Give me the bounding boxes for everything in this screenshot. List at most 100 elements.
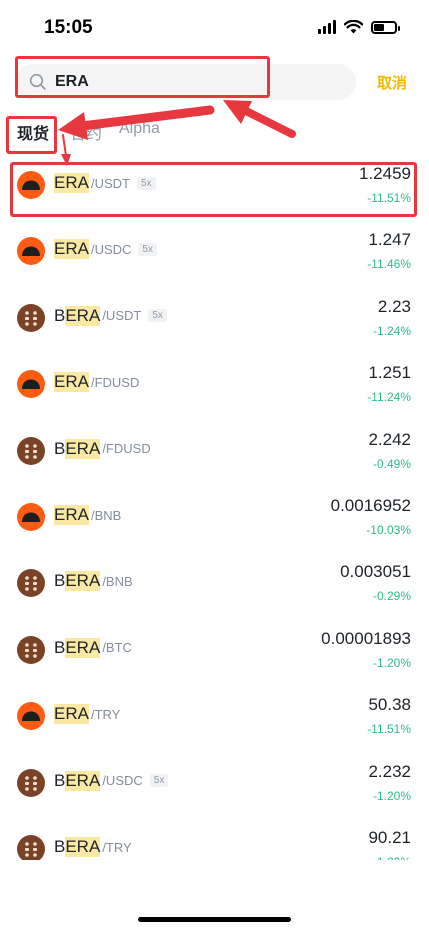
pair-price: 1.247: [368, 230, 411, 250]
era-coin-icon: [17, 171, 45, 199]
pair-price: 50.38: [368, 695, 411, 715]
pair-quote: /FDUSD: [102, 441, 151, 457]
pair-name: B ERA/USDC 5x: [54, 770, 169, 791]
pair-price: 1.2459: [359, 164, 411, 183]
era-coin-icon: [17, 702, 45, 731]
pair-base-match: ERA: [54, 704, 89, 725]
pair-base-prefix: B: [54, 305, 66, 325]
pair-base-match: ERA: [65, 571, 101, 592]
pair-change: -1.20%: [372, 788, 411, 803]
pair-quote: /FDUSD: [90, 374, 140, 390]
pair-quote: /BNB: [90, 507, 122, 523]
pair-row[interactable]: ERA/FDUSD 1.251 -11.24%: [0, 355, 429, 421]
pair-price: 2.232: [368, 761, 411, 781]
bera-coin-icon: [17, 835, 45, 860]
pair-row[interactable]: B ERA/USDT 5x 2.23 -1.24%: [0, 289, 429, 355]
pair-change: -11.46%: [367, 257, 411, 272]
cellular-signal-icon: [318, 20, 336, 34]
era-coin-icon: [17, 370, 45, 399]
pair-row[interactable]: BERA/TRY 90.21 -1.20%: [0, 820, 429, 860]
market-tabs: 现货 合约 Alpha: [0, 116, 429, 148]
pair-quote: /TRY: [90, 706, 121, 722]
pair-row[interactable]: B ERA/BNB 0.003051 -0.29%: [0, 554, 429, 620]
home-indicator: [138, 917, 291, 922]
pair-base-match: ERA: [54, 173, 89, 193]
pair-change: -11.51%: [367, 722, 411, 737]
pair-price: 90.21: [368, 828, 411, 847]
pair-name: ERA/USDT 5x: [54, 173, 156, 193]
pair-price: 0.0016952: [330, 496, 411, 515]
pair-quote: /BTC: [102, 640, 132, 656]
bera-coin-icon: [17, 635, 45, 664]
pair-name: B ERA/TRY: [54, 837, 132, 857]
pair-base-match: ERA: [54, 505, 89, 525]
pair-quote: /BNB: [102, 573, 133, 589]
era-coin-icon: [17, 237, 45, 266]
pair-change: -11.24%: [367, 390, 411, 405]
pair-change: -1.24%: [372, 323, 411, 338]
pair-change: -0.29%: [372, 589, 411, 604]
pair-quote: /USDC: [90, 241, 132, 257]
wifi-icon: [344, 20, 363, 34]
pair-base-prefix: B: [54, 770, 66, 790]
search-bar[interactable]: [15, 64, 356, 100]
pair-base-match: ERA: [65, 837, 101, 857]
pair-row[interactable]: ERA/USDT 5x 1.2459 -11.51%: [0, 156, 429, 222]
tab-futures[interactable]: 合约: [70, 120, 102, 144]
era-coin-icon: [17, 503, 45, 531]
pair-price: 2.23: [377, 296, 411, 316]
bera-coin-icon: [17, 768, 45, 797]
search-input[interactable]: [55, 64, 335, 100]
pair-base-match: ERA: [65, 637, 101, 658]
pair-price: 2.242: [368, 429, 411, 449]
pair-base-match: ERA: [54, 372, 89, 393]
tab-alpha[interactable]: Alpha: [119, 120, 160, 138]
pair-change: -1.20%: [372, 655, 411, 670]
pair-price: 0.00001893: [321, 628, 411, 648]
pair-base-prefix: B: [54, 438, 66, 458]
leverage-badge: 5x: [138, 242, 157, 256]
pair-name: B ERA/BNB: [54, 571, 133, 592]
pair-base-match: ERA: [65, 305, 101, 326]
pair-row[interactable]: B ERA/BTC 0.00001893 -1.20%: [0, 621, 429, 687]
pair-quote: /USDT: [90, 175, 130, 191]
pair-name: B ERA/USDT 5x: [54, 305, 167, 326]
pair-base-match: ERA: [65, 438, 101, 459]
pair-change: -1.20%: [373, 855, 411, 860]
pair-base-match: ERA: [54, 239, 89, 260]
tab-spot[interactable]: 现货: [17, 120, 49, 144]
pair-quote: /USDC: [102, 773, 143, 789]
pair-change: -11.51%: [367, 191, 411, 205]
bera-coin-icon: [17, 303, 45, 332]
pair-change: -10.03%: [366, 523, 411, 537]
pair-row[interactable]: ERA/BNB 0.0016952 -10.03%: [0, 488, 429, 554]
pair-quote: /USDT: [102, 308, 142, 324]
pair-row[interactable]: B ERA/FDUSD 2.242 -0.49%: [0, 422, 429, 488]
status-icons: [318, 20, 400, 34]
pair-change: -0.49%: [372, 456, 411, 471]
bera-coin-icon: [17, 436, 45, 465]
status-bar: 15:05: [0, 0, 429, 56]
bera-coin-icon: [17, 569, 45, 598]
pair-base-match: ERA: [65, 770, 101, 791]
pair-name: B ERA/FDUSD: [54, 438, 151, 459]
pair-name: ERA/FDUSD: [54, 372, 140, 393]
leverage-badge: 5x: [149, 774, 169, 788]
pair-name: ERA/USDC 5x: [54, 239, 157, 260]
cancel-button[interactable]: 取消: [377, 72, 407, 93]
pair-quote: /TRY: [102, 839, 132, 855]
pair-row[interactable]: ERA/TRY 50.38 -11.51%: [0, 687, 429, 753]
pair-base-prefix: B: [54, 571, 66, 591]
leverage-badge: 5x: [148, 309, 167, 323]
pair-base-prefix: B: [54, 837, 66, 856]
pair-name: ERA/BNB: [54, 505, 121, 525]
pair-list: ERA/USDT 5x 1.2459 -11.51% ERA/USDC 5x 1.247 -1…: [0, 156, 429, 860]
search-icon: [29, 73, 46, 90]
pair-name: B ERA/BTC: [54, 637, 132, 658]
pair-name: ERA/TRY: [54, 704, 121, 725]
pair-row[interactable]: ERA/USDC 5x 1.247 -11.46%: [0, 222, 429, 288]
pair-row[interactable]: B ERA/USDC 5x 2.232 -1.20%: [0, 754, 429, 820]
pair-price: 1.251: [368, 363, 411, 383]
battery-icon: [371, 20, 400, 34]
leverage-badge: 5x: [136, 176, 156, 190]
